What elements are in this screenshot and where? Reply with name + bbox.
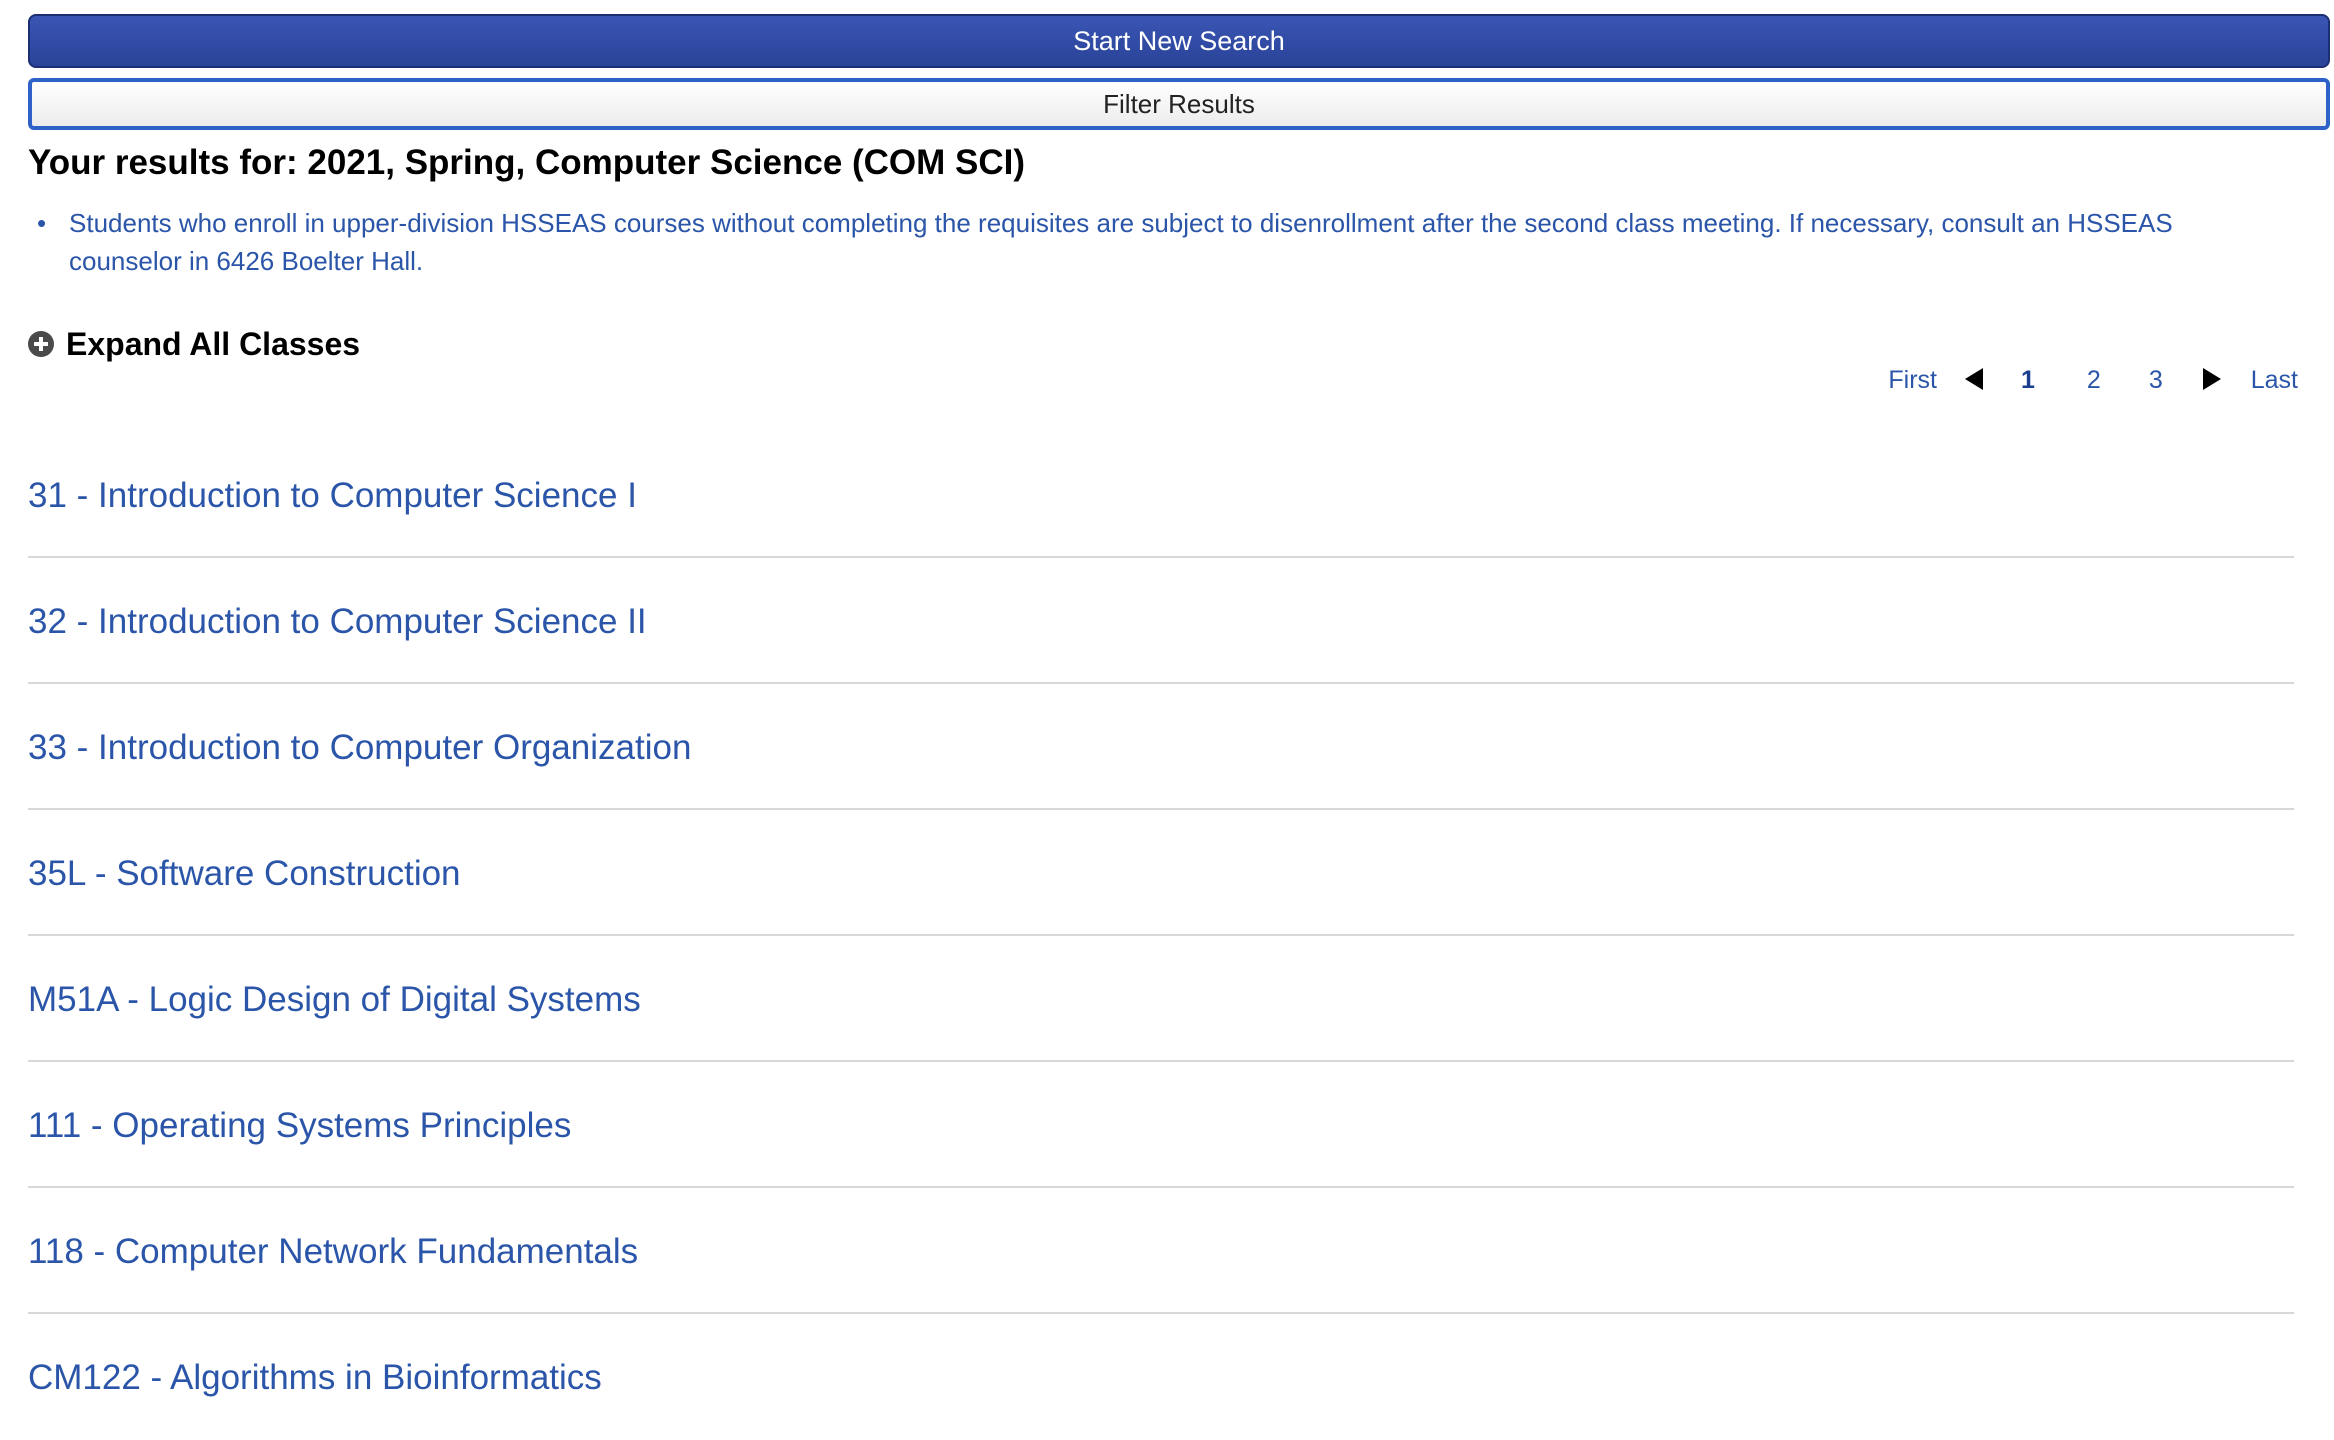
course-row: 35L - Software Construction xyxy=(28,810,2294,936)
course-title-link[interactable]: 35L - Software Construction xyxy=(28,850,461,898)
note-text: Students who enroll in upper-division HS… xyxy=(69,208,2173,276)
course-title-link[interactable]: 111 - Operating Systems Principles xyxy=(28,1102,571,1150)
plus-circle-icon[interactable] xyxy=(28,331,54,357)
expand-all-classes-toggle[interactable]: Expand All Classes xyxy=(28,324,360,364)
notes-list: • Students who enroll in upper-division … xyxy=(28,204,2332,280)
course-row: M51A - Logic Design of Digital Systems xyxy=(28,936,2294,1062)
course-row: 32 - Introduction to Computer Science II xyxy=(28,558,2294,684)
course-row: 111 - Operating Systems Principles xyxy=(28,1062,2294,1188)
course-title-link[interactable]: CM122 - Algorithms in Bioinformatics xyxy=(28,1354,602,1402)
course-list: 31 - Introduction to Computer Science I … xyxy=(28,432,2294,1440)
course-row: 33 - Introduction to Computer Organizati… xyxy=(28,684,2294,810)
expand-all-label[interactable]: Expand All Classes xyxy=(66,326,360,363)
course-title-link[interactable]: 31 - Introduction to Computer Science I xyxy=(28,472,637,520)
pagination-page-2[interactable]: 2 xyxy=(2087,366,2101,395)
course-title-link[interactable]: 118 - Computer Network Fundamentals xyxy=(28,1228,638,1276)
course-row: 31 - Introduction to Computer Science I xyxy=(28,432,2294,558)
start-new-search-button[interactable]: Start New Search xyxy=(28,14,2330,68)
pagination-page-3[interactable]: 3 xyxy=(2149,366,2163,395)
triangle-right-icon xyxy=(2202,368,2221,390)
results-heading: Your results for: 2021, Spring, Computer… xyxy=(28,143,1026,182)
course-row: CM122 - Algorithms in Bioinformatics xyxy=(28,1314,2294,1440)
course-row: 118 - Computer Network Fundamentals xyxy=(28,1188,2294,1314)
note-item: • Students who enroll in upper-division … xyxy=(37,204,2332,280)
course-title-link[interactable]: 33 - Introduction to Computer Organizati… xyxy=(28,724,691,772)
filter-results-button[interactable]: Filter Results xyxy=(28,78,2330,130)
triangle-left-icon xyxy=(1965,368,1984,390)
pagination-prev-button[interactable] xyxy=(1965,366,1984,395)
pagination: First 1 2 3 Last xyxy=(1888,366,2298,395)
pagination-page-1[interactable]: 1 xyxy=(2021,366,2035,395)
course-title-link[interactable]: 32 - Introduction to Computer Science II xyxy=(28,598,647,646)
pagination-first-link[interactable]: First xyxy=(1888,366,1937,395)
pagination-last-link[interactable]: Last xyxy=(2251,366,2298,395)
bullet-icon: • xyxy=(37,208,47,238)
course-title-link[interactable]: M51A - Logic Design of Digital Systems xyxy=(28,976,641,1024)
pagination-next-button[interactable] xyxy=(2202,366,2221,395)
page-container: Start New Search Filter Results Your res… xyxy=(28,14,2332,1397)
